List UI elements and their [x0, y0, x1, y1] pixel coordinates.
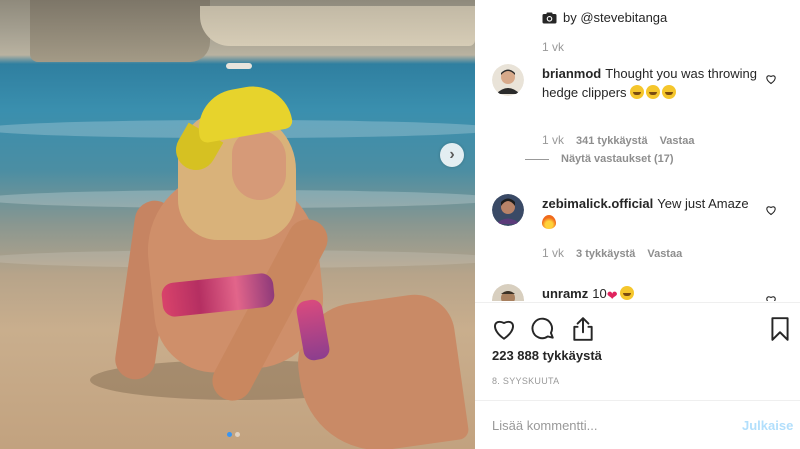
laughing-emoji-icon — [646, 85, 661, 99]
view-replies-label: Näytä vastaukset (17) — [561, 153, 674, 165]
comment-item: unramz 10❤ — [492, 284, 792, 301]
comment-text-block: brianmod Thought you was throwing hedge c… — [542, 64, 762, 102]
comment-time[interactable]: 1 vk — [542, 133, 564, 147]
comment-username[interactable]: zebimalick.official — [542, 196, 653, 211]
action-bar — [491, 316, 791, 344]
post-date[interactable]: 8. SYYSKUUTA — [492, 376, 559, 386]
carousel-dot-active — [227, 432, 232, 437]
comment-time[interactable]: 1 vk — [542, 246, 564, 260]
comment-username[interactable]: brianmod — [542, 66, 601, 81]
like-comment-heart-icon[interactable] — [765, 294, 777, 301]
carousel-dot — [235, 432, 240, 437]
like-comment-heart-icon[interactable] — [765, 73, 777, 85]
caption-credit: by @stevebitanga — [542, 10, 667, 25]
add-comment-input[interactable] — [492, 418, 722, 433]
speech-bubble-icon[interactable] — [530, 316, 556, 342]
heart-outline-icon[interactable] — [491, 316, 517, 342]
comment-text: 10 — [592, 286, 607, 301]
share-icon[interactable] — [570, 316, 596, 342]
next-image-button[interactable]: › — [440, 143, 464, 167]
laughing-emoji-icon — [630, 85, 645, 99]
laughing-emoji-icon — [662, 85, 677, 99]
like-comment-heart-icon[interactable] — [765, 204, 777, 216]
divider — [475, 302, 800, 303]
cliff-shape — [30, 0, 210, 62]
replies-line — [525, 158, 549, 160]
reply-button[interactable]: Vastaa — [660, 135, 695, 147]
avatar-unramz-icon — [492, 284, 524, 301]
comment-meta: 1 vk 3 tykkäystä Vastaa — [542, 246, 682, 260]
comment-text-block: zebimalick.official Yew just Amaze — [542, 194, 762, 232]
divider — [475, 400, 800, 401]
post-comment-button[interactable]: Julkaise — [742, 418, 793, 433]
avatar-zebimalick-icon — [492, 194, 524, 226]
comment-likes[interactable]: 341 tykkäystä — [576, 135, 648, 147]
carousel-dots — [227, 432, 240, 437]
far-shore-shape — [200, 6, 475, 46]
comment-likes[interactable]: 3 tykkäystä — [576, 248, 635, 260]
comment-meta: 1 vk 341 tykkäystä Vastaa — [542, 133, 694, 147]
comment-username[interactable]: unramz — [542, 286, 588, 301]
boat-shape — [226, 63, 252, 69]
red-heart-emoji-icon: ❤ — [606, 288, 618, 301]
chevron-right-icon: › — [449, 146, 455, 163]
caption-credit-text: by @stevebitanga — [563, 10, 668, 25]
comment-text-block: unramz 10❤ — [542, 284, 762, 301]
view-replies-button[interactable]: Näytä vastaukset (17) — [525, 153, 674, 165]
post-photo[interactable]: › — [0, 0, 475, 449]
avatar-brianmod-icon — [492, 64, 524, 96]
caption-timestamp[interactable]: 1 vk — [542, 40, 564, 54]
avatar[interactable] — [492, 194, 524, 226]
avatar[interactable] — [492, 284, 524, 301]
fire-emoji-icon — [542, 215, 556, 229]
scream-emoji-icon — [619, 286, 634, 300]
figure-face-shape — [232, 130, 286, 200]
camera-icon — [542, 12, 557, 23]
bookmark-icon[interactable] — [767, 316, 793, 342]
avatar[interactable] — [492, 64, 524, 96]
comments-panel: by @stevebitanga 1 vk brianmod Thought yo… — [475, 0, 800, 449]
reply-button[interactable]: Vastaa — [647, 248, 682, 260]
post-likes-count[interactable]: 223 888 tykkäystä — [492, 348, 602, 363]
comment-text: Yew just Amaze — [657, 196, 749, 211]
